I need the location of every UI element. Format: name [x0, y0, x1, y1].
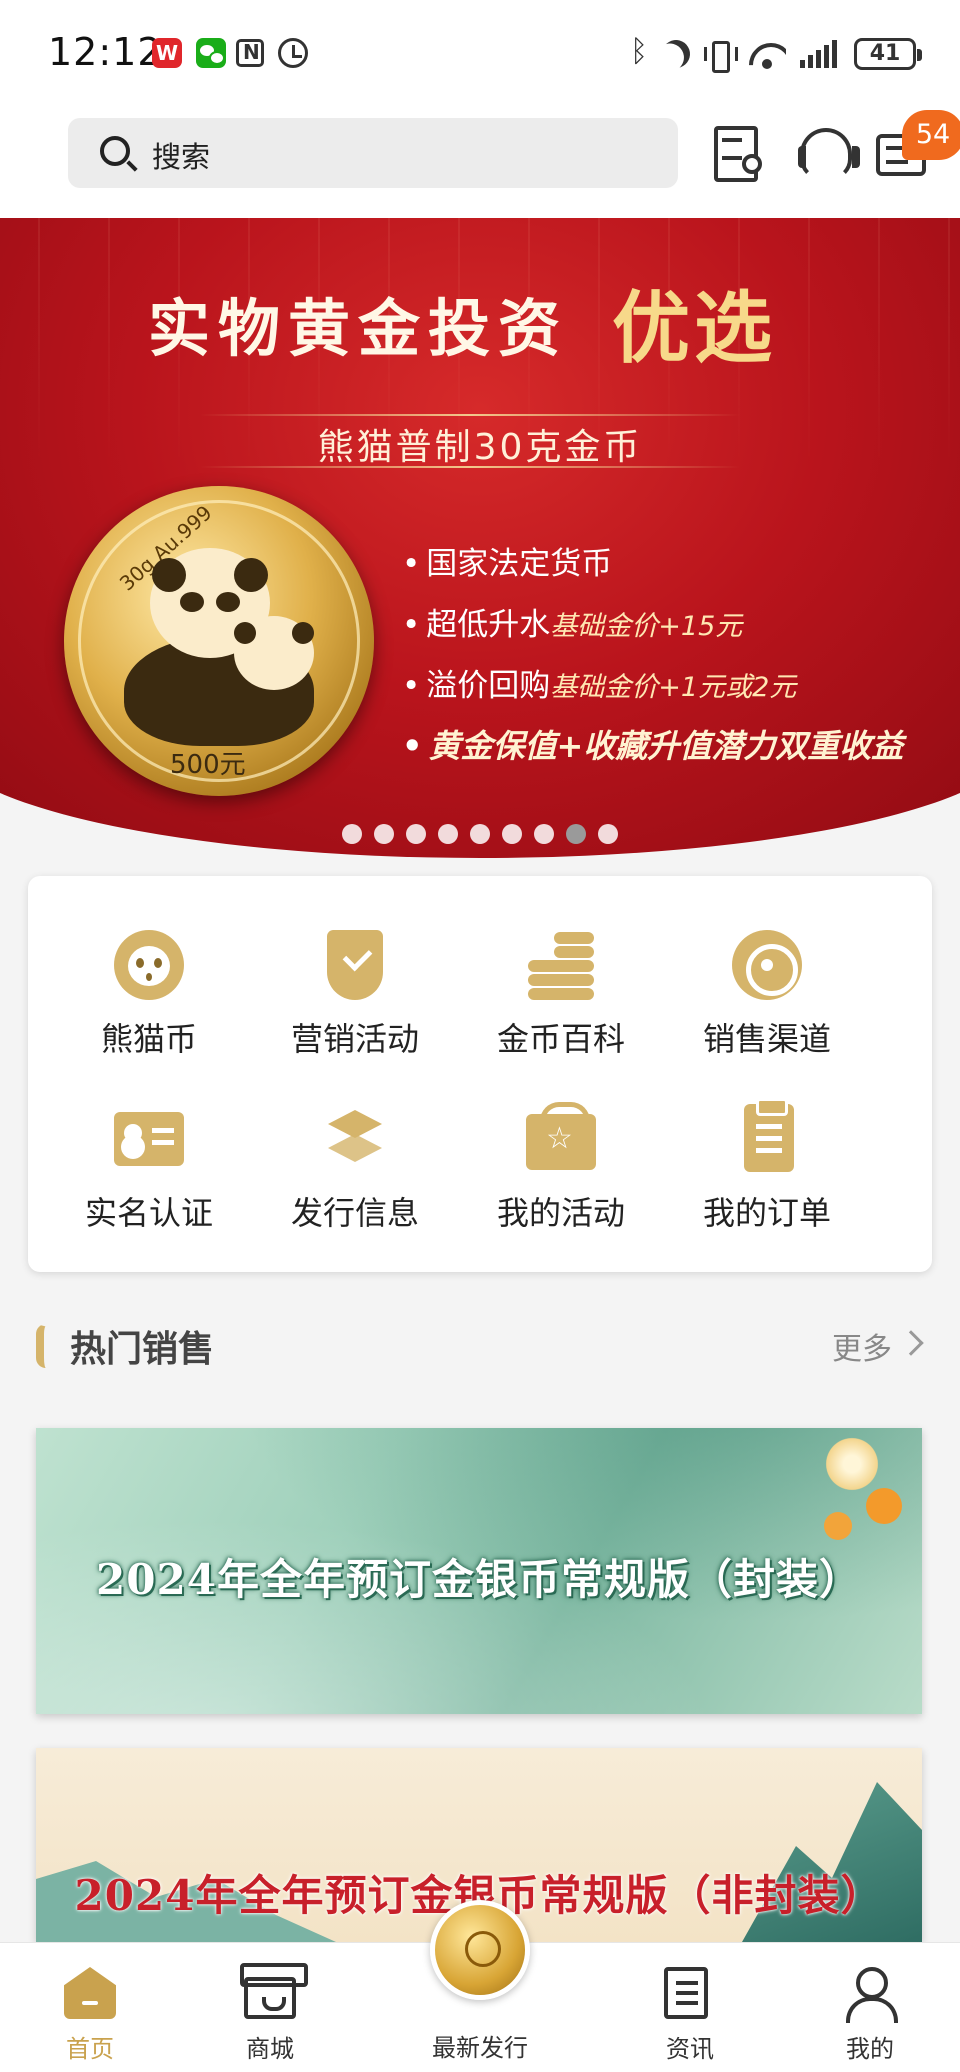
nfc-icon [236, 39, 264, 67]
tab-latest-release[interactable]: 最新发行 [388, 1900, 572, 2072]
status-indicators: 41 [630, 34, 922, 74]
tab-label: 最新发行 [432, 2034, 528, 2062]
coin-denomination: 500元 [170, 750, 246, 780]
entry-real-name[interactable]: 实名认证 [46, 1104, 252, 1254]
flower-decoration [822, 1434, 882, 1494]
home-icon [64, 1967, 116, 2019]
entry-my-activities[interactable]: 我的活动 [458, 1102, 664, 1254]
status-time: 12:12 [48, 30, 163, 74]
banner-points: 国家法定货币 超低升水基础金价+15元 溢价回购基础金价+1元或2元 黄金保值+… [402, 538, 903, 783]
wifi-icon [748, 39, 786, 69]
fruit-decoration [866, 1488, 902, 1524]
banner-point: 溢价回购基础金价+1元或2元 [402, 660, 903, 705]
user-icon [844, 1967, 898, 2023]
section-title: 热门销售 [70, 1329, 215, 1370]
entry-marketing[interactable]: 营销活动 [252, 930, 458, 1080]
banner-point: 国家法定货币 [402, 538, 903, 583]
tab-shop[interactable]: 商城 [180, 1943, 360, 2072]
entry-label: 实名认证 [84, 1194, 213, 1232]
tab-mine[interactable]: 我的 [780, 1943, 960, 2072]
tab-label: 首页 [66, 2035, 114, 2063]
certificate-query-icon[interactable] [710, 124, 766, 182]
banner-point: 黄金保值+收藏升值潜力双重收益 [402, 721, 903, 767]
clipboard-icon [744, 1098, 794, 1172]
coins-icon [526, 930, 596, 1000]
panda-icon [114, 930, 184, 1000]
shield-check-icon [327, 930, 383, 1000]
quick-entry-grid: 熊猫币 营销活动 金币百科 销售渠道 实名认证 发行信息 我的活动 我的订单 [28, 876, 932, 1272]
search-input[interactable]: 搜索 [68, 118, 678, 188]
banner-point: 超低升水基础金价+15元 [402, 599, 903, 644]
search-placeholder: 搜索 [152, 140, 211, 174]
carousel-dot[interactable] [406, 824, 426, 844]
vibrate-icon [704, 39, 738, 73]
shop-icon [240, 1963, 308, 2019]
carousel-dot[interactable] [374, 824, 394, 844]
carousel-indicator[interactable] [0, 824, 960, 844]
entry-sales-channels[interactable]: 销售渠道 [664, 930, 870, 1080]
banner-subtitle: 熊猫普制30克金币 [317, 427, 643, 468]
tab-label: 资讯 [666, 2035, 714, 2063]
more-link[interactable]: 更多 [832, 1324, 892, 1368]
search-icon [100, 136, 130, 166]
banner-title-highlight: 优选 [612, 284, 777, 374]
target-icon [732, 930, 802, 1000]
hot-sales-header: 热门销售 更多 [0, 1310, 960, 1380]
panda-gold-coin-image: 30g Au.999 500元 [64, 486, 374, 796]
entry-my-orders[interactable]: 我的订单 [664, 1098, 870, 1254]
wps-app-icon: W [152, 38, 182, 68]
tab-label: 我的 [846, 2035, 894, 2063]
message-count-badge: 54 [902, 110, 960, 160]
entry-coin-wiki[interactable]: 金币百科 [458, 930, 664, 1080]
entry-label: 熊猫币 [100, 1020, 197, 1058]
tab-home[interactable]: 首页 [0, 1943, 180, 2072]
tab-news[interactable]: 资讯 [600, 1943, 780, 2072]
signal-icon [800, 40, 840, 68]
customer-service-icon[interactable] [796, 124, 860, 180]
battery-icon: 41 [854, 38, 922, 70]
tab-label: 商城 [246, 2035, 294, 2063]
entry-label: 营销活动 [290, 1020, 419, 1058]
entry-panda-coin[interactable]: 熊猫币 [46, 930, 252, 1080]
id-card-icon [114, 1112, 184, 1166]
carousel-dot[interactable] [438, 824, 458, 844]
section-accent-bar [36, 1324, 50, 1368]
chevron-right-icon[interactable] [898, 1330, 924, 1356]
promo-banner[interactable]: 实物黄金投资 优选 熊猫普制30克金币 30g Au.999 500元 国家法定… [0, 218, 960, 870]
hot-sale-card[interactable]: 2024年全年预订金银币常规版（封装） [36, 1428, 922, 1714]
bluetooth-icon [630, 34, 648, 70]
banner-title: 实物黄金投资 [148, 292, 569, 365]
carousel-dot[interactable] [598, 824, 618, 844]
coin-icon [430, 1900, 530, 2000]
entry-label: 我的活动 [496, 1194, 625, 1232]
carousel-dot[interactable] [342, 824, 362, 844]
layers-icon [320, 1104, 390, 1174]
top-header: 搜索 [0, 110, 960, 218]
wechat-icon [196, 38, 226, 68]
card-title: 2024年全年预订金银币常规版（封装） [96, 1555, 862, 1604]
carousel-dot[interactable] [502, 824, 522, 844]
do-not-disturb-icon [657, 35, 695, 73]
entry-issue-info[interactable]: 发行信息 [252, 1104, 458, 1254]
status-bar: 12:12 W 41 [0, 0, 960, 110]
carousel-dot[interactable] [534, 824, 554, 844]
entry-label: 发行信息 [290, 1194, 419, 1232]
carousel-dot-active[interactable] [566, 824, 586, 844]
entry-label: 金币百科 [496, 1020, 625, 1058]
news-icon [664, 1967, 708, 2019]
entry-label: 销售渠道 [702, 1020, 831, 1058]
alarm-icon [278, 38, 308, 68]
entry-label: 我的订单 [702, 1194, 831, 1232]
gift-icon [526, 1102, 596, 1170]
carousel-dot[interactable] [470, 824, 490, 844]
